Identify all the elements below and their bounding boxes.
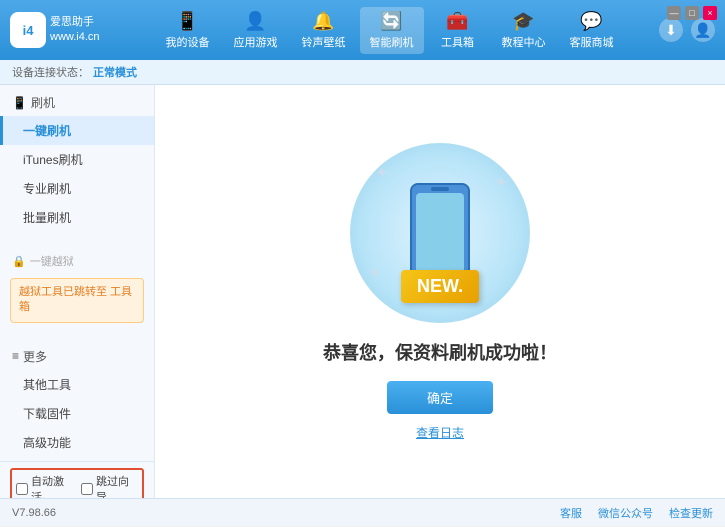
auto-activate-checkbox[interactable] [16,483,28,495]
nav-tab-service[interactable]: 💬 客服商城 [560,7,624,54]
close-button[interactable]: × [703,6,717,20]
success-text: 恭喜您，保资料刷机成功啦！ [323,339,557,365]
nav-tab-smart-flash[interactable]: 🔄 智能刷机 [360,7,424,54]
toolbox-icon: 🧰 [446,11,468,32]
window-controls: — □ × [667,6,717,20]
sidebar-jailbreak-header: 🔒 一键越狱 [0,248,154,274]
phone-graphic [410,183,470,283]
header-right: ⬇ 👤 [659,18,715,42]
sidebar-item-download-fw[interactable]: 下载固件 [0,399,154,428]
service-icon: 💬 [580,11,602,32]
log-link[interactable]: 查看日志 [416,424,464,441]
smart-flash-icon: 🔄 [380,11,402,32]
sparkle-3: ✦ [368,263,381,283]
sparkle-2: ✦ [495,173,508,193]
nav-tab-app-game[interactable]: 👤 应用游戏 [224,7,288,54]
success-illustration: ✦ ✦ ✦ NEW. 恭喜您，保资料刷机成功啦！ 确定 查看日志 [323,143,557,441]
sidebar: 📱 刷机 一键刷机 iTunes刷机 专业刷机 批量刷机 🔒 一键越狱 越狱工具… [0,85,155,498]
maximize-button[interactable]: □ [685,6,699,20]
logo-icon: i4 [10,12,46,48]
more-icon: ≡ [12,349,19,363]
checkbox-row: 自动激活 跳过向导 [10,468,144,498]
sidebar-item-other-tools[interactable]: 其他工具 [0,370,154,399]
status-label: 设备连接状态： [12,64,89,80]
phone-circle: ✦ ✦ ✦ NEW. [350,143,530,323]
sidebar-more-header[interactable]: ≡ 更多 [0,343,154,370]
sparkle-1: ✦ [375,163,388,183]
nav-tab-my-device[interactable]: 📱 我的设备 [156,7,220,54]
status-bar: 设备连接状态： 正常模式 [0,60,725,85]
sidebar-item-batch-flash[interactable]: 批量刷机 [0,203,154,232]
skip-guide-checkbox-label[interactable]: 跳过向导 [81,473,138,498]
download-button[interactable]: ⬇ [659,18,683,42]
content-area: ✦ ✦ ✦ NEW. 恭喜您，保资料刷机成功啦！ 确定 查看日志 [155,85,725,498]
sidebar-item-one-key-flash[interactable]: 一键刷机 [0,116,154,145]
logo-text: 爱思助手 www.i4.cn [50,15,100,46]
version-text: V7.98.66 [12,507,56,519]
phone-screen [416,193,464,273]
user-button[interactable]: 👤 [691,18,715,42]
auto-activate-checkbox-label[interactable]: 自动激活 [16,473,73,498]
tutorial-icon: 🎓 [512,11,534,32]
status-value: 正常模式 [93,64,137,80]
ringtone-icon: 🔔 [312,11,334,32]
sidebar-section-flash: 📱 刷机 一键刷机 iTunes刷机 专业刷机 批量刷机 [0,85,154,236]
new-badge: NEW. [401,270,479,303]
nav-tab-tutorial[interactable]: 🎓 教程中心 [492,7,556,54]
sidebar-section-more: ≡ 更多 其他工具 下载固件 高级功能 [0,339,154,461]
phone-body [410,183,470,283]
skip-guide-checkbox[interactable] [81,483,93,495]
minimize-button[interactable]: — [667,6,681,20]
confirm-button[interactable]: 确定 [387,381,493,414]
sidebar-flash-header[interactable]: 📱 刷机 [0,89,154,116]
phone-notch [431,187,449,191]
bottom-link-service[interactable]: 客服 [560,505,582,521]
sidebar-section-jailbreak: 🔒 一键越狱 越狱工具已跳转至 工具箱 [0,244,154,331]
device-panel: 自动激活 跳过向导 📱 iPhone 15 Pro Max 512GB iPho… [0,461,154,498]
bottom-bar: V7.98.66 客服 微信公众号 检查更新 [0,498,725,526]
bottom-link-update[interactable]: 检查更新 [669,505,713,521]
nav-tab-ringtone[interactable]: 🔔 铃声壁纸 [292,7,356,54]
sidebar-item-pro-flash[interactable]: 专业刷机 [0,174,154,203]
sidebar-notice: 越狱工具已跳转至 工具箱 [10,278,144,323]
bottom-link-wechat[interactable]: 微信公众号 [598,505,653,521]
logo: i4 爱思助手 www.i4.cn [10,12,120,48]
nav-tab-toolbox[interactable]: 🧰 工具箱 [428,7,488,54]
main: 📱 刷机 一键刷机 iTunes刷机 专业刷机 批量刷机 🔒 一键越狱 越狱工具… [0,85,725,498]
app-game-icon: 👤 [244,11,266,32]
sidebar-item-itunes-flash[interactable]: iTunes刷机 [0,145,154,174]
nav-tabs: 📱 我的设备 👤 应用游戏 🔔 铃声壁纸 🔄 智能刷机 🧰 工具箱 🎓 教程中心… [120,7,659,54]
sidebar-item-advanced[interactable]: 高级功能 [0,428,154,457]
my-device-icon: 📱 [176,11,198,32]
lock-icon: 🔒 [12,255,26,268]
header: i4 爱思助手 www.i4.cn 📱 我的设备 👤 应用游戏 🔔 铃声壁纸 🔄… [0,0,725,60]
flash-header-icon: 📱 [12,96,27,110]
